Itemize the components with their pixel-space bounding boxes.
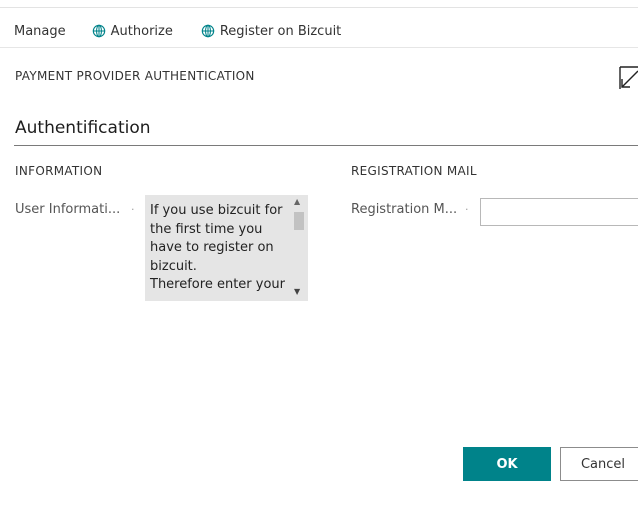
action-divider — [0, 47, 638, 48]
scroll-down-icon[interactable]: ▼ — [294, 287, 300, 296]
ok-button[interactable]: OK — [463, 447, 551, 481]
group-header-registration-mail: REGISTRATION MAIL — [351, 164, 477, 178]
expand-icon[interactable] — [618, 63, 638, 91]
section-divider — [14, 145, 638, 146]
textarea-scrollbar[interactable]: ▲ ▼ — [290, 195, 308, 301]
registration-mail-input[interactable] — [480, 198, 638, 226]
cancel-button[interactable]: Cancel — [560, 447, 638, 481]
globe-icon — [92, 24, 105, 38]
section-title[interactable]: Authentification — [15, 118, 151, 138]
register-label: Register on Bizcuit — [219, 23, 342, 39]
scroll-up-icon[interactable]: ▲ — [294, 197, 300, 206]
page-caption: PAYMENT PROVIDER AUTHENTICATION — [15, 69, 255, 83]
user-information-field[interactable]: If you use bizcuit for the first time yo… — [145, 195, 308, 301]
registration-mail-label: Registration M... — [351, 202, 458, 217]
field-separator-dot: · — [131, 203, 135, 216]
manage-label: Manage — [14, 23, 66, 39]
scroll-thumb[interactable] — [294, 212, 304, 230]
authorize-label: Authorize — [110, 23, 173, 39]
user-information-text: If you use bizcuit for the first time yo… — [150, 203, 285, 292]
globe-icon — [201, 24, 215, 38]
action-bar: Manage Authorize Register on Bizcuit — [14, 20, 369, 42]
manage-menu[interactable]: Manage — [14, 24, 66, 39]
authorize-action[interactable]: Authorize — [92, 24, 173, 39]
group-header-information: INFORMATION — [15, 164, 103, 178]
register-on-bizcuit-action[interactable]: Register on Bizcuit — [201, 24, 341, 39]
top-border — [0, 7, 638, 8]
user-information-label: User Informati... — [15, 202, 121, 217]
field-separator-dot: · — [465, 203, 469, 216]
